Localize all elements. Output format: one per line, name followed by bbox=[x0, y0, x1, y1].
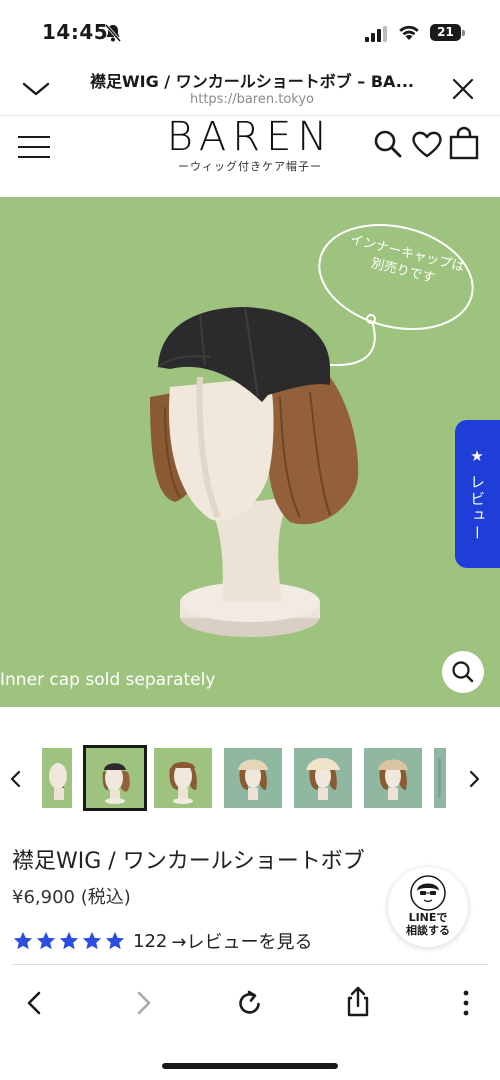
browser-toolbar bbox=[0, 975, 500, 1080]
search-icon bbox=[452, 661, 474, 683]
product-title: 襟足WIG / ワンカールショートボブ bbox=[12, 849, 365, 874]
review-link[interactable]: →レビューを見る bbox=[171, 928, 312, 954]
hero-caption: Inner cap sold separately bbox=[0, 670, 216, 690]
thumbnail-5[interactable] bbox=[294, 748, 352, 808]
site-header: BAREN ーウィッグ付きケア帽子ー bbox=[0, 114, 500, 196]
line-avatar-icon bbox=[410, 875, 446, 911]
thumbnail-1[interactable] bbox=[42, 748, 72, 808]
chevron-down-icon[interactable] bbox=[18, 74, 54, 104]
status-bar: 14:45 21 bbox=[0, 0, 500, 60]
line-consult-button[interactable]: LINEで 相談する bbox=[388, 867, 468, 947]
bell-slash-icon bbox=[104, 24, 122, 42]
star-icon bbox=[105, 931, 125, 950]
line-button-text: LINEで 相談する bbox=[388, 911, 468, 937]
chevron-right-icon[interactable] bbox=[464, 766, 484, 792]
browser-page-title: 襟足WIG / ワンカールショートボブ – BA... bbox=[90, 72, 414, 91]
star-icon bbox=[36, 931, 56, 950]
home-indicator[interactable] bbox=[162, 1063, 338, 1069]
star-icon bbox=[59, 931, 79, 950]
browser-url[interactable]: https://baren.tokyo bbox=[70, 92, 434, 107]
battery-level: 21 bbox=[437, 25, 454, 39]
hamburger-menu-icon[interactable] bbox=[16, 132, 54, 162]
review-tab-label: ★ レビュー bbox=[468, 446, 486, 542]
thumbnail-4[interactable] bbox=[224, 748, 282, 808]
thumbnail-3[interactable] bbox=[154, 748, 212, 808]
line-button-line-2: 相談する bbox=[406, 924, 450, 937]
reload-icon[interactable] bbox=[234, 987, 266, 1019]
more-icon[interactable] bbox=[456, 987, 476, 1019]
battery-icon: 21 bbox=[430, 22, 466, 42]
star-icon bbox=[82, 931, 102, 950]
thumbnail-7[interactable] bbox=[434, 748, 446, 808]
product-hero-image[interactable]: インナーキャップは 別売りです Inner cap sold separatel… bbox=[0, 197, 500, 707]
site-logo[interactable]: BAREN bbox=[150, 114, 350, 160]
review-tab[interactable]: ★ レビュー bbox=[455, 420, 500, 568]
share-icon[interactable] bbox=[342, 985, 374, 1019]
divider bbox=[12, 964, 488, 965]
status-time: 14:45 bbox=[42, 20, 109, 44]
browser-header: 襟足WIG / ワンカールショートボブ – BA... https://bare… bbox=[0, 60, 500, 116]
thumbnail-carousel bbox=[0, 740, 500, 818]
line-button-line-1: LINEで bbox=[408, 911, 448, 924]
product-rating[interactable]: 122 →レビューを見る bbox=[12, 929, 312, 953]
thumbnail-6[interactable] bbox=[364, 748, 422, 808]
thumbnail-2[interactable] bbox=[83, 745, 147, 811]
site-logo-subtitle: ーウィッグ付きケア帽子ー bbox=[178, 160, 322, 173]
star-icon bbox=[13, 931, 33, 950]
wifi-icon bbox=[399, 25, 419, 40]
heart-icon[interactable] bbox=[410, 128, 444, 160]
signal-icon bbox=[365, 26, 387, 42]
back-icon[interactable] bbox=[20, 987, 50, 1019]
forward-icon[interactable] bbox=[128, 987, 158, 1019]
zoom-button[interactable] bbox=[442, 651, 484, 693]
chevron-left-icon[interactable] bbox=[6, 766, 26, 792]
search-icon[interactable] bbox=[372, 128, 404, 160]
shopping-bag-icon[interactable] bbox=[448, 126, 480, 160]
product-price: ¥6,900 (税込) bbox=[12, 887, 131, 908]
close-icon[interactable] bbox=[446, 72, 480, 106]
review-count: 122 bbox=[133, 930, 168, 952]
